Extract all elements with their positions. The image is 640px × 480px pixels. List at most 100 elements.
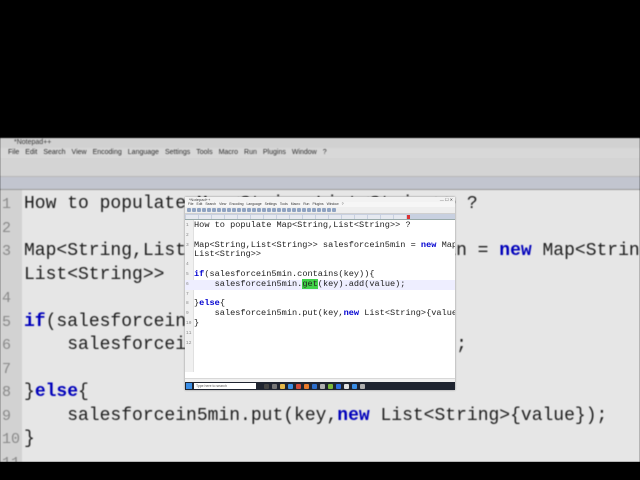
toolbar-button-icon[interactable] (272, 208, 276, 212)
menu-item-macro[interactable]: Macro (219, 149, 238, 156)
toolbar-button-icon[interactable] (192, 208, 196, 212)
taskbar-app-icon[interactable] (328, 383, 333, 389)
window-controls[interactable]: — ☐ ✕ (440, 197, 453, 202)
keyword-token: new (420, 239, 437, 250)
line-number: 7 (186, 291, 189, 297)
toolbar-button-icon[interactable] (302, 208, 306, 212)
taskbar-app-icon[interactable] (280, 383, 285, 389)
file-tab[interactable] (225, 215, 237, 219)
toolbar-button-icon[interactable] (212, 208, 216, 212)
toolbar-button-icon[interactable] (187, 208, 191, 212)
keyword-token: else (34, 382, 79, 402)
menu-item-settings[interactable]: Settings (165, 149, 190, 156)
file-tab[interactable] (277, 215, 289, 219)
toolbar-button-icon[interactable] (297, 208, 301, 212)
menu-item-macro[interactable]: Macro (291, 202, 300, 206)
file-tab[interactable] (290, 215, 302, 219)
menu-item-run[interactable]: Run (303, 202, 309, 206)
code-text: } (194, 318, 200, 328)
file-tab[interactable] (212, 215, 224, 219)
file-tab[interactable] (303, 215, 315, 219)
toolbar-button-icon[interactable] (247, 208, 251, 212)
menu-item-settings[interactable]: Settings (265, 202, 277, 206)
menu-item-encoding[interactable]: Encoding (229, 202, 243, 206)
file-tab[interactable] (381, 215, 393, 219)
toolbar-button-icon[interactable] (327, 208, 331, 212)
menu-item-[interactable]: ? (342, 202, 344, 206)
menu-item-file[interactable]: File (8, 149, 19, 156)
toolbar-button-icon[interactable] (207, 208, 211, 212)
file-tab[interactable] (394, 215, 406, 219)
file-tab[interactable] (316, 215, 328, 219)
menu-item-view[interactable]: View (219, 202, 226, 206)
code-editor[interactable]: 1 How to populate Map<String,List<String>… (185, 220, 455, 372)
toolbar-button-icon[interactable] (242, 208, 246, 212)
file-tab[interactable] (186, 215, 198, 219)
menu-item-tools[interactable]: Tools (196, 149, 212, 156)
toolbar-button-icon[interactable] (317, 208, 321, 212)
file-tab[interactable] (251, 215, 263, 219)
toolbar-button-icon[interactable] (332, 208, 336, 212)
menu-item-view[interactable]: View (72, 149, 87, 156)
toolbar-button-icon[interactable] (217, 208, 221, 212)
menu-item-search[interactable]: Search (43, 149, 65, 156)
menu-item-window[interactable]: Window (292, 149, 317, 156)
menu-item-edit[interactable]: Edit (25, 149, 37, 156)
menu-item-file[interactable]: File (188, 202, 193, 206)
taskbar-app-icon[interactable] (352, 383, 357, 389)
menu-item-plugins[interactable]: Plugins (312, 202, 323, 206)
toolbar-button-icon[interactable] (322, 208, 326, 212)
taskbar-app-icon[interactable] (336, 383, 341, 389)
toolbar-button-icon[interactable] (307, 208, 311, 212)
file-tab[interactable] (264, 215, 276, 219)
menu-item-run[interactable]: Run (244, 149, 257, 156)
taskbar-search-input[interactable]: Type here to search (194, 383, 256, 389)
toolbar-button-icon[interactable] (312, 208, 316, 212)
taskbar-app-icon[interactable] (304, 383, 309, 389)
taskbar-app-icon[interactable] (264, 383, 269, 389)
taskbar-app-icons (264, 383, 365, 389)
toolbar-button-icon[interactable] (257, 208, 261, 212)
menu-item-plugins[interactable]: Plugins (263, 149, 286, 156)
highlighted-token: get (302, 278, 318, 289)
taskbar-app-icon[interactable] (312, 383, 317, 389)
menu-item-language[interactable]: Language (247, 202, 262, 206)
taskbar-app-icon[interactable] (320, 383, 325, 389)
menu-item-[interactable]: ? (323, 149, 327, 156)
menu-item-encoding[interactable]: Encoding (93, 149, 122, 156)
toolbar-button-icon[interactable] (197, 208, 201, 212)
toolbar-button-icon[interactable] (222, 208, 226, 212)
menu-item-window[interactable]: Window (327, 202, 339, 206)
toolbar-button-icon[interactable] (262, 208, 266, 212)
start-button[interactable] (186, 383, 192, 389)
line-number: 6 (186, 281, 189, 287)
toolbar-button-icon[interactable] (267, 208, 271, 212)
taskbar-app-icon[interactable] (296, 383, 301, 389)
file-tab[interactable] (368, 215, 380, 219)
taskbar-app-icon[interactable] (288, 383, 293, 389)
line-number: 10 (2, 431, 21, 448)
taskbar-app-icon[interactable] (344, 383, 349, 389)
taskbar-app-icon[interactable] (360, 383, 365, 389)
code-line: List<String>> (185, 249, 455, 260)
menu-item-tools[interactable]: Tools (280, 202, 288, 206)
file-tab[interactable] (199, 215, 211, 219)
taskbar-app-icon[interactable] (272, 383, 277, 389)
toolbar-button-icon[interactable] (277, 208, 281, 212)
toolbar-button-icon[interactable] (232, 208, 236, 212)
toolbar-button-icon[interactable] (287, 208, 291, 212)
menu-item-search[interactable]: Search (205, 202, 216, 206)
toolbar-button-icon[interactable] (292, 208, 296, 212)
toolbar-button-icon[interactable] (227, 208, 231, 212)
toolbar-button-icon[interactable] (237, 208, 241, 212)
file-tab[interactable] (355, 215, 367, 219)
file-tab[interactable] (342, 215, 354, 219)
close-tab-icon[interactable] (407, 215, 410, 219)
toolbar-button-icon[interactable] (252, 208, 256, 212)
toolbar-button-icon[interactable] (282, 208, 286, 212)
file-tab[interactable] (329, 215, 341, 219)
file-tab[interactable] (238, 215, 250, 219)
toolbar-button-icon[interactable] (202, 208, 206, 212)
menu-item-language[interactable]: Language (128, 149, 159, 156)
menu-item-edit[interactable]: Edit (196, 202, 202, 206)
